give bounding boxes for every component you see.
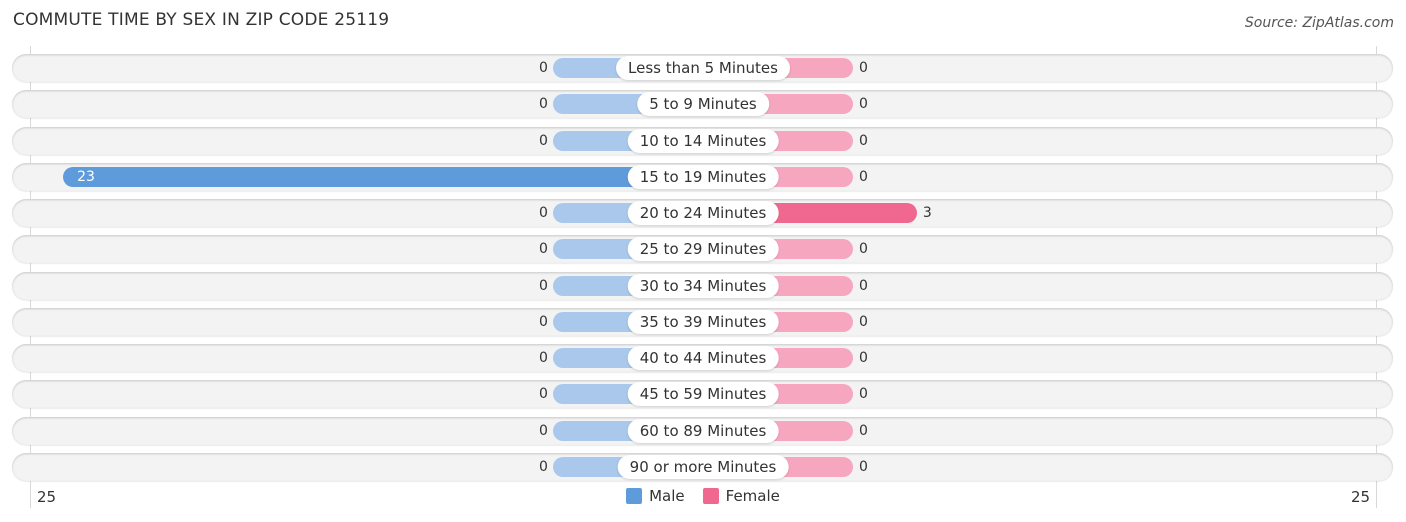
category-label: 25 to 29 Minutes: [627, 237, 779, 261]
category-label: 30 to 34 Minutes: [627, 274, 779, 298]
female-swatch: [702, 488, 719, 504]
category-label: 20 to 24 Minutes: [627, 201, 779, 225]
value-label-male: 0: [539, 96, 548, 112]
legend-item-male[interactable]: Male: [626, 487, 685, 505]
value-label-female: 0: [859, 96, 868, 112]
category-label: 5 to 9 Minutes: [637, 92, 769, 116]
value-label-male: 0: [539, 386, 548, 402]
category-label: 10 to 14 Minutes: [627, 129, 779, 153]
value-label-male: 0: [539, 60, 548, 76]
value-label-male: 0: [539, 278, 548, 294]
male-swatch: [626, 488, 643, 504]
value-label-female: 0: [859, 423, 868, 439]
value-label-male: 0: [539, 423, 548, 439]
category-label: 40 to 44 Minutes: [627, 346, 779, 370]
value-label-male: 23: [77, 169, 95, 185]
legend-label-female: Female: [725, 487, 780, 505]
value-label-male: 0: [539, 205, 548, 221]
value-label-female: 0: [859, 278, 868, 294]
value-label-female: 0: [859, 386, 868, 402]
value-label-male: 0: [539, 459, 548, 475]
bar-male[interactable]: [63, 167, 703, 187]
value-label-female: 0: [859, 350, 868, 366]
category-label: 35 to 39 Minutes: [627, 310, 779, 334]
legend-item-female[interactable]: Female: [702, 487, 780, 505]
source-label: Source: ZipAtlas.com: [1244, 15, 1394, 31]
category-label: Less than 5 Minutes: [616, 56, 790, 80]
value-label-female: 0: [859, 241, 868, 257]
value-label-female: 0: [859, 133, 868, 149]
category-label: 15 to 19 Minutes: [627, 165, 779, 189]
value-label-female: 3: [922, 205, 932, 221]
category-label: 45 to 59 Minutes: [627, 382, 779, 406]
value-label-male: 0: [539, 133, 548, 149]
value-label-male: 0: [539, 314, 548, 330]
category-label: 60 to 89 Minutes: [627, 419, 779, 443]
value-label-female: 0: [859, 60, 868, 76]
value-label-male: 0: [539, 241, 548, 257]
value-label-male: 0: [539, 350, 548, 366]
category-label: 90 or more Minutes: [617, 455, 789, 479]
value-label-female: 0: [859, 169, 868, 185]
legend-label-male: Male: [649, 487, 685, 505]
chart-title: COMMUTE TIME BY SEX IN ZIP CODE 25119: [13, 10, 390, 30]
value-label-female: 0: [859, 314, 868, 330]
value-label-female: 0: [859, 459, 868, 475]
legend: Male Female: [0, 487, 1406, 505]
